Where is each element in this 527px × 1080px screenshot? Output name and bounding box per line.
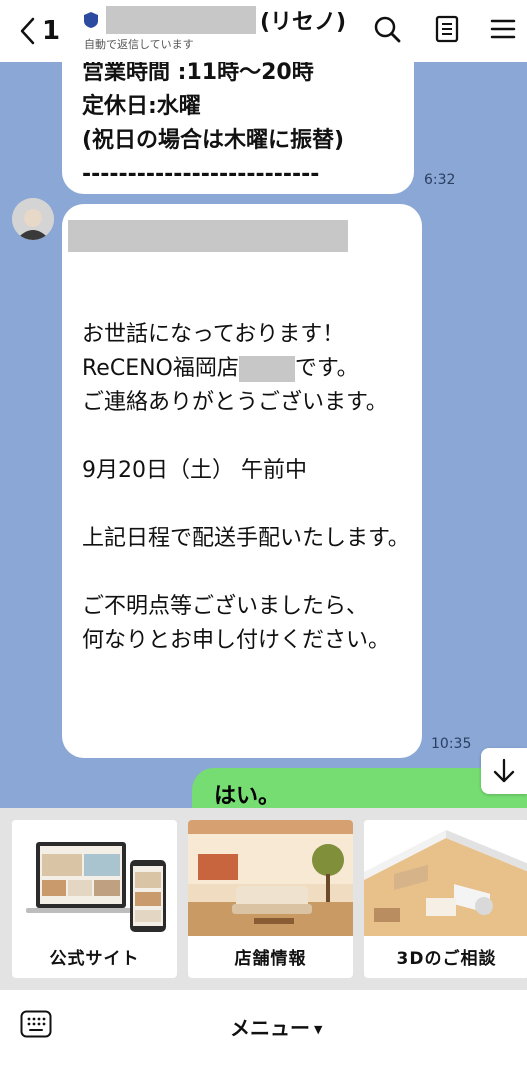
caret-down-icon: ▼ bbox=[314, 1023, 323, 1036]
avatar[interactable] bbox=[12, 198, 54, 240]
3d-room-plan-image bbox=[364, 820, 527, 936]
auto-reply-status: 自動で返信しています bbox=[84, 38, 194, 51]
message-time: 6:32 bbox=[424, 172, 456, 188]
rich-menu-store-info[interactable]: 店舗情報 bbox=[188, 820, 353, 978]
notes-icon[interactable] bbox=[432, 14, 462, 44]
menu-toggle-label: メニュー bbox=[230, 1016, 310, 1040]
search-icon[interactable] bbox=[372, 14, 402, 44]
chat-title: (リセノ) bbox=[260, 10, 347, 35]
message-bubble-delivery[interactable]: お世話になっております！ ReCENO福岡店 です。 ご連絡ありがとうございます。… bbox=[62, 204, 422, 758]
message-time: 10:35 bbox=[431, 736, 472, 752]
keyboard-icon[interactable] bbox=[20, 1010, 52, 1038]
redacted-title bbox=[106, 6, 256, 34]
website-devices-image bbox=[12, 820, 177, 936]
unread-count: 1 bbox=[42, 16, 61, 46]
scroll-to-bottom-button[interactable] bbox=[481, 748, 527, 794]
menu-icon[interactable] bbox=[488, 14, 518, 44]
message-text-body: ご連絡ありがとうございます。 9月20日（土） 午前中 上記日程で配送手配いたし… bbox=[82, 390, 410, 653]
store-interior-image bbox=[188, 820, 353, 936]
outgoing-message-text: はい。 bbox=[214, 784, 281, 808]
rich-menu-official-site[interactable]: 公式サイト bbox=[12, 820, 177, 978]
message-bubble-business-hours[interactable]: 営業時間 :11時～20時 定休日:水曜 (祝日の場合は木曜に振替) -----… bbox=[62, 62, 414, 194]
rich-menu-label: 公式サイト bbox=[49, 949, 140, 969]
chevron-left-icon bbox=[20, 17, 35, 45]
verified-badge-icon bbox=[84, 12, 98, 28]
arrow-down-icon bbox=[493, 758, 515, 783]
rich-menu-toggle[interactable]: メニュー ▼ bbox=[230, 1012, 322, 1041]
rich-menu-label: 店舗情報 bbox=[234, 949, 307, 969]
avatar-person-icon bbox=[12, 198, 54, 240]
rich-menu: 公式サイト 店舗情報 3Dのご相談 bbox=[0, 808, 527, 990]
bottom-bar: メニュー ▼ bbox=[0, 990, 527, 1080]
rich-menu-3d-consultation[interactable]: 3Dのご相談 bbox=[364, 820, 527, 978]
message-bubble-outgoing[interactable]: はい。 bbox=[192, 768, 527, 808]
redacted-header bbox=[68, 220, 348, 252]
chat-header: 1 (リセノ) 自動で返信しています bbox=[0, 0, 527, 62]
back-button[interactable]: 1 bbox=[18, 12, 68, 50]
chat-title-area[interactable]: (リセノ) 自動で返信しています bbox=[84, 6, 346, 52]
rich-menu-label: 3Dのご相談 bbox=[396, 949, 497, 969]
chat-area[interactable]: 営業時間 :11時～20時 定休日:水曜 (祝日の場合は木曜に振替) -----… bbox=[0, 62, 527, 808]
message-text: 営業時間 :11時～20時 定休日:水曜 (祝日の場合は木曜に振替) -----… bbox=[82, 62, 345, 187]
redacted-name bbox=[238, 356, 295, 382]
message-text-line1-end: です。 bbox=[294, 356, 359, 381]
